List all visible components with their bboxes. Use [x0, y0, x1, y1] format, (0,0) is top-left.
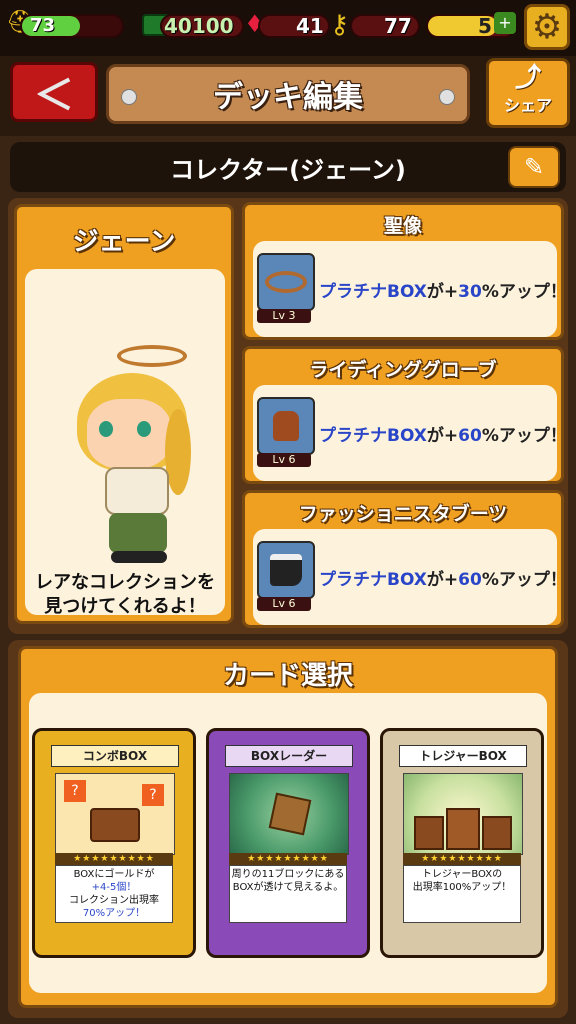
item-title: 聖像 [383, 215, 422, 237]
character-eye [137, 421, 151, 437]
card-select-title: カード選択 [222, 661, 353, 691]
card-box-radar[interactable]: BOXレーダー ★★★★★★★★★ 周りの11ブロックにある BOXが透けて見え… [206, 728, 370, 958]
item-info: Lv 3 プラチナBOXが+30%アップ！ [253, 241, 567, 337]
card-description: 周りの11ブロックにある BOXが透けて見えるよ。 [229, 865, 347, 923]
card-stars: ★★★★★★★★★ [55, 853, 173, 865]
deck-name: コレクター(ジェーン) [170, 155, 406, 184]
gear-icon: ⚙ [531, 7, 563, 47]
crate-icon [414, 816, 444, 850]
character-pants [109, 513, 167, 553]
item-title: ファッショニスタブーツ [298, 503, 508, 525]
boot-icon [257, 541, 315, 599]
treasure-chest-icon [90, 808, 140, 842]
key-value: 77 [384, 14, 412, 38]
card-art [403, 773, 523, 855]
item-effect: プラチナBOXが+60%アップ！ [319, 570, 567, 590]
gem-value: 41 [296, 14, 324, 38]
halo-icon [257, 253, 315, 311]
page-title-plank: デッキ編集 [106, 64, 470, 124]
screw-icon [121, 89, 137, 105]
card-treasure-box[interactable]: トレジャーBOX ★★★★★★★★★ トレジャーBOXの 出現率100%アップ！ [380, 728, 544, 958]
crate-icon [446, 808, 480, 850]
item-slot-2[interactable]: ライディンググローブ Lv 6 プラチナBOXが+60%アップ！ [242, 346, 567, 484]
stamina-value: 5 [478, 14, 492, 38]
item-title: ライディンググローブ [309, 359, 497, 381]
back-button[interactable]: ＜ [10, 62, 98, 122]
settings-gear-button[interactable]: ⚙ [524, 4, 570, 50]
card-art: ? ? [55, 773, 175, 855]
deck-name-bar: コレクター(ジェーン) [10, 142, 566, 192]
level-value: 73 [30, 15, 56, 36]
question-box-icon: ? [64, 780, 86, 802]
character-panel[interactable]: ジェーン レアなコレクションを 見つけてくれるよ！ [14, 204, 234, 624]
item-effect: プラチナBOXが+30%アップ！ [319, 282, 567, 302]
back-arrow-icon: ＜ [34, 73, 74, 119]
card-stars: ★★★★★★★★★ [229, 853, 347, 865]
item-level: Lv 6 [257, 597, 311, 611]
character-desc-line1: レアなコレクションを [35, 572, 215, 593]
character-desc-line2: 見つけてくれるよ！ [44, 596, 206, 617]
screw-icon [439, 89, 455, 105]
share-button[interactable]: ⤴ シェア [486, 58, 570, 128]
character-name: ジェーン [72, 227, 176, 257]
character-boots [111, 551, 167, 563]
stamina-plus-icon[interactable]: + [494, 12, 516, 34]
character-body [105, 467, 169, 515]
item-slot-1[interactable]: 聖像 Lv 3 プラチナBOXが+30%アップ！ [242, 202, 567, 340]
card-name: BOXレーダー [225, 745, 353, 767]
card-description: トレジャーBOXの 出現率100%アップ！ [403, 865, 521, 923]
card-description: BOXにゴールドが +4-5個！ コレクション出現率 70%アップ！ [55, 865, 173, 923]
item-info: Lv 6 プラチナBOXが+60%アップ！ [253, 385, 567, 481]
card-stars: ★★★★★★★★★ [403, 853, 521, 865]
character-eye [99, 421, 113, 437]
card-name: トレジャーBOX [399, 745, 527, 767]
share-icon: ⤴ [514, 63, 541, 93]
halo-icon [117, 345, 187, 367]
crate-icon [268, 792, 312, 836]
pencil-icon: ✎ [523, 153, 545, 181]
question-box-icon: ? [142, 784, 164, 806]
edit-deck-name-button[interactable]: ✎ [508, 146, 560, 188]
status-bar: ⛑ 73 40100 ♦ 41 ⚷ 77 5 + [0, 0, 576, 56]
card-name: コンボBOX [51, 745, 179, 767]
item-level: Lv 6 [257, 453, 311, 467]
item-slot-3[interactable]: ファッショニスタブーツ Lv 6 プラチナBOXが+60%アップ！ [242, 490, 567, 628]
crate-icon [482, 816, 512, 850]
item-level: Lv 3 [257, 309, 311, 323]
key-icon: ⚷ [330, 10, 350, 40]
money-value: 40100 [164, 14, 234, 38]
share-label: シェア [503, 96, 552, 115]
item-info: Lv 6 プラチナBOXが+60%アップ！ [253, 529, 567, 625]
card-combo-box[interactable]: コンボBOX ? ? ★★★★★★★★★ BOXにゴールドが +4-5個！ コレ… [32, 728, 196, 958]
page-title: デッキ編集 [213, 80, 363, 115]
item-effect: プラチナBOXが+60%アップ！ [319, 426, 567, 446]
character-portrait-area: レアなコレクションを 見つけてくれるよ！ [25, 269, 225, 617]
glove-icon [257, 397, 315, 455]
card-art [229, 773, 349, 855]
